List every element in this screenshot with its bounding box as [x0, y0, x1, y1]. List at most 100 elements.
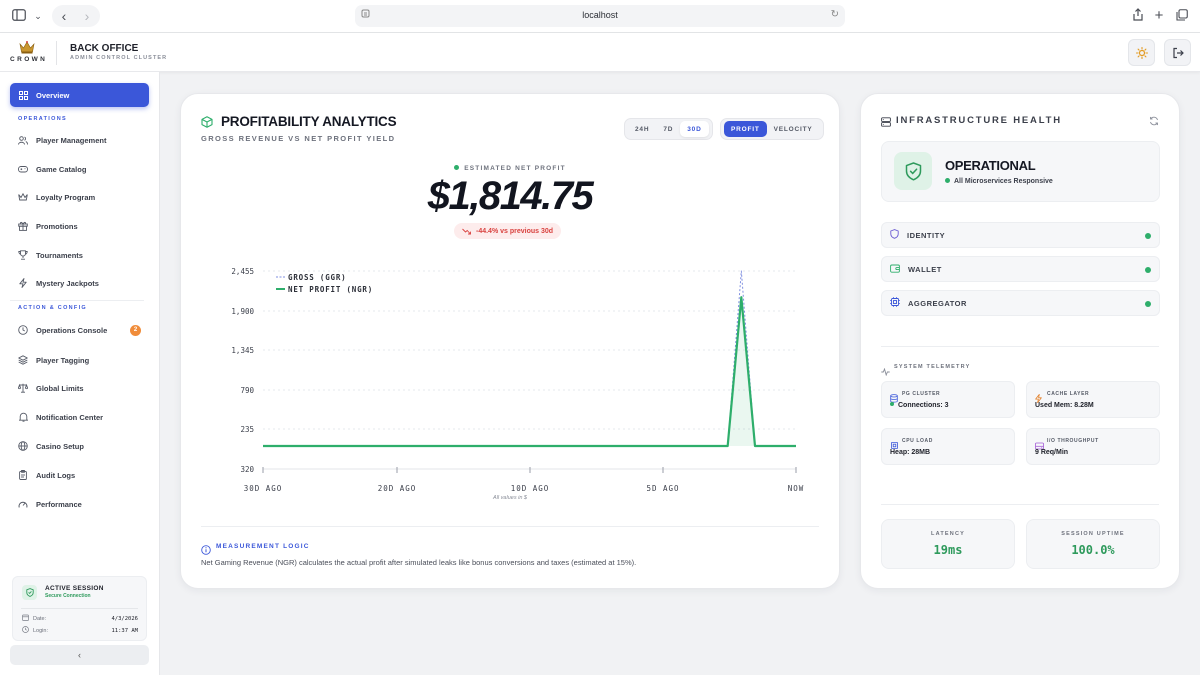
scale-icon	[18, 383, 28, 393]
y-tick-label: 235	[240, 425, 254, 434]
gauge-icon	[18, 499, 28, 509]
users-icon	[18, 135, 28, 145]
chart-legend: GROSS (GGR) NET PROFIT (NGR)	[276, 273, 373, 294]
y-axis-ticks: 2,455 1,900 1,345 790 235 320	[231, 267, 254, 474]
operational-subtitle: All Microservices Responsive	[945, 177, 1053, 185]
service-identity[interactable]: IDENTITY	[881, 222, 1160, 248]
sidebar-item-label: Operations Console	[36, 325, 108, 335]
sidebar-item-player-tagging[interactable]: Player Tagging	[10, 348, 149, 372]
x-tick-label: 10D AGO	[511, 484, 550, 493]
chart-gridlines	[263, 270, 796, 470]
latency-value: 19ms	[933, 543, 963, 557]
sidebar-item-notification-center[interactable]: Notification Center	[10, 405, 149, 429]
gamepad-icon	[18, 164, 28, 174]
infrastructure-title: INFRASTRUCTURE HEALTH	[896, 115, 1062, 126]
share-icon[interactable]	[1130, 8, 1146, 24]
card-divider	[201, 526, 819, 527]
service-name: AGGREGATOR	[908, 298, 967, 308]
sidebar-item-label: Game Catalog	[36, 164, 87, 174]
telemetry-cpu-load: CPU LOAD Heap: 28MB	[881, 428, 1015, 465]
sidebar-item-tournaments[interactable]: Tournaments	[10, 243, 149, 267]
sidebar-item-label: Promotions	[36, 221, 78, 231]
y-tick-label: 2,455	[231, 267, 254, 276]
sidebar-item-promotions[interactable]: Promotions	[10, 214, 149, 238]
service-name: WALLET	[908, 264, 942, 274]
sidebar-item-mystery-jackpots[interactable]: Mystery Jackpots	[10, 271, 149, 295]
shield-check-icon	[894, 152, 932, 190]
tile-label: I/O THROUGHPUT	[1047, 438, 1099, 444]
new-tab-icon[interactable]: +	[1151, 8, 1167, 24]
theme-toggle-button[interactable]	[1128, 39, 1155, 66]
active-session-card: ACTIVE SESSION Secure Connection Date: 4…	[12, 576, 147, 641]
sidebar-item-label: Loyalty Program	[36, 192, 96, 202]
app-header: CROWN BACK OFFICE ADMIN CONTROL CLUSTER	[0, 33, 1200, 72]
url-text: localhost	[582, 10, 618, 20]
clipboard-icon	[18, 470, 28, 480]
logout-icon	[1172, 47, 1184, 58]
bell-icon	[18, 412, 28, 422]
tile-label: CPU LOAD	[902, 438, 933, 444]
refresh-icon[interactable]	[1149, 113, 1159, 131]
login-value: 11:37 AM	[111, 627, 139, 634]
net-profit-series-line	[263, 296, 796, 448]
service-aggregator[interactable]: AGGREGATOR	[881, 290, 1160, 316]
status-dot	[890, 402, 894, 407]
tile-value-text: Connections: 3	[898, 402, 949, 409]
gross-series-line	[263, 270, 796, 447]
address-bar[interactable]: localhost ↻	[355, 5, 845, 27]
infra-divider	[881, 504, 1159, 505]
sidebar-item-overview[interactable]: Overview	[10, 83, 149, 107]
operational-title: OPERATIONAL	[945, 158, 1036, 173]
sidebar-item-audit-logs[interactable]: Audit Logs	[10, 463, 149, 487]
sidebar-item-label: Mystery Jackpots	[36, 278, 99, 288]
chevron-down-icon[interactable]: ⌄	[30, 8, 46, 24]
infra-divider	[881, 346, 1159, 347]
wallet-icon	[890, 260, 900, 278]
date-label: Date:	[33, 615, 47, 622]
session-date-row: Date: 4/3/2026	[22, 614, 138, 623]
gift-icon	[18, 221, 28, 231]
sidebar-item-label: Audit Logs	[36, 470, 76, 480]
service-status-dot	[1145, 301, 1151, 307]
tile-value: Used Mem: 8.28M	[1035, 402, 1094, 409]
crown-icon	[18, 192, 28, 202]
sidebar-item-game-catalog[interactable]: Game Catalog	[10, 157, 149, 181]
notification-count-badge: 2	[130, 325, 141, 336]
telemetry-pg-cluster: PG CLUSTER Connections: 3	[881, 381, 1015, 418]
legend-label: NET PROFIT (NGR)	[288, 285, 373, 294]
section-operations: OPERATIONS	[18, 116, 67, 122]
chart-caption: All values in $	[493, 495, 527, 501]
tile-label: CACHE LAYER	[1047, 391, 1090, 397]
profitability-analytics-card: PROFITABILITY ANALYTICS GROSS REVENUE VS…	[180, 93, 840, 589]
tabs-overview-icon[interactable]	[1174, 8, 1190, 24]
service-status-dot	[1145, 267, 1151, 273]
back-arrow-icon[interactable]: ‹	[56, 8, 72, 24]
sidebar-item-label: Casino Setup	[36, 441, 84, 451]
operational-status-box: OPERATIONAL All Microservices Responsive	[881, 141, 1160, 202]
sidebar-item-global-limits[interactable]: Global Limits	[10, 376, 149, 400]
collapse-sidebar-button[interactable]: ‹	[10, 645, 149, 665]
service-wallet[interactable]: WALLET	[881, 256, 1160, 282]
sidebar-toggle-icon[interactable]	[11, 8, 27, 24]
sidebar-item-loyalty-program[interactable]: Loyalty Program	[10, 185, 149, 209]
forward-arrow-icon[interactable]: ›	[79, 8, 95, 24]
crown-logo[interactable]: CROWN	[10, 40, 45, 63]
telemetry-io-throughput: I/O THROUGHPUT 9 Req/Min	[1026, 428, 1160, 465]
trophy-icon	[18, 250, 28, 260]
status-dot	[945, 177, 950, 183]
sidebar-item-operations-console[interactable]: Operations Console 2	[10, 318, 149, 342]
chart-series	[263, 270, 796, 448]
reload-icon[interactable]: ↻	[831, 9, 839, 20]
logout-button[interactable]	[1164, 39, 1191, 66]
service-name: IDENTITY	[907, 230, 946, 240]
session-uptime-stat: SESSION UPTIME 100.0%	[1026, 519, 1160, 569]
session-divider	[21, 608, 138, 609]
chevron-left-icon: ‹	[78, 650, 81, 660]
activity-icon	[881, 363, 890, 381]
app-subtitle: ADMIN CONTROL CLUSTER	[70, 55, 168, 61]
sidebar-item-player-management[interactable]: Player Management	[10, 128, 149, 152]
sidebar-item-label: Performance	[36, 499, 82, 509]
sidebar-item-performance[interactable]: Performance	[10, 492, 149, 516]
infrastructure-health-card: INFRASTRUCTURE HEALTH OPERATIONAL All Mi…	[860, 93, 1180, 589]
sidebar-item-casino-setup[interactable]: Casino Setup	[10, 434, 149, 458]
